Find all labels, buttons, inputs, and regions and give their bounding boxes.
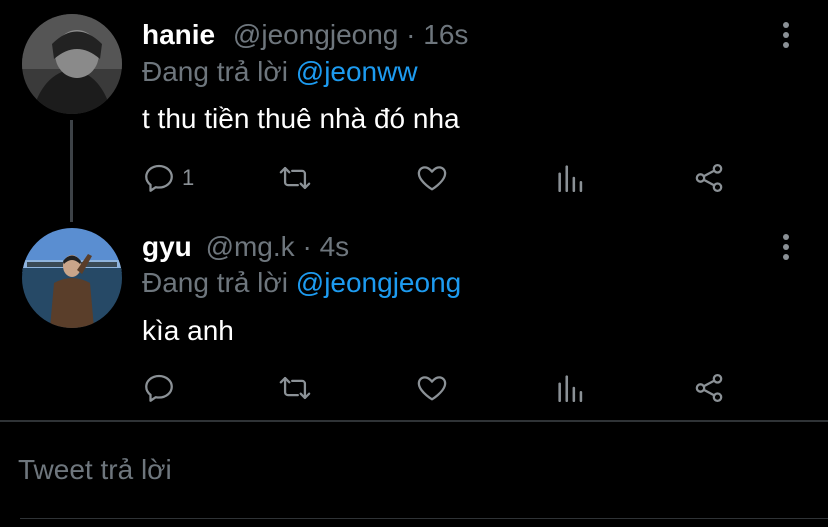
like-button[interactable]	[415, 158, 449, 198]
tweet-header: hanie @jeongjeong · 16s	[142, 18, 468, 52]
avatar[interactable]	[22, 14, 122, 114]
reply-mention[interactable]: @jeonww	[296, 56, 418, 87]
tweet-1[interactable]: hanie @jeongjeong · 16s Đang trả lời @je…	[0, 0, 828, 222]
tweet-2[interactable]: gyu @mg.k · 4s Đang trả lời @jeongjeong …	[0, 222, 828, 420]
reply-count: 1	[182, 165, 195, 190]
share-icon	[695, 373, 723, 403]
username[interactable]: @mg.k	[206, 231, 295, 262]
reply-icon	[145, 374, 173, 402]
timestamp[interactable]: 16s	[423, 19, 468, 50]
display-name[interactable]: hanie	[142, 19, 215, 50]
retweet-button[interactable]	[278, 368, 312, 408]
tweet-text: kìa anh	[142, 315, 234, 346]
reply-icon	[145, 164, 173, 192]
share-button[interactable]	[692, 158, 726, 198]
analytics-icon	[558, 375, 583, 403]
action-bar	[140, 368, 740, 408]
thread-line	[70, 120, 73, 222]
reply-context: Đang trả lời @jeongjeong	[142, 266, 461, 300]
divider	[0, 420, 828, 422]
tweet-text: t thu tiền thuê nhà đó nha	[142, 103, 460, 134]
reply-prefix: Đang trả lời	[142, 267, 288, 298]
reply-composer-input[interactable]: Tweet trả lời	[18, 450, 172, 490]
tweet-header: gyu @mg.k · 4s	[142, 230, 349, 264]
share-button[interactable]	[692, 368, 726, 408]
share-icon	[695, 163, 723, 193]
like-button[interactable]	[415, 368, 449, 408]
reply-prefix: Đang trả lời	[142, 56, 288, 87]
analytics-button[interactable]	[554, 158, 588, 198]
avatar[interactable]	[22, 228, 122, 328]
separator: ·	[406, 19, 416, 50]
like-icon	[417, 376, 447, 401]
reply-mention[interactable]: @jeongjeong	[296, 267, 461, 298]
retweet-icon	[279, 376, 311, 400]
reply-button[interactable]: 1	[142, 158, 194, 198]
divider	[20, 518, 828, 519]
like-icon	[417, 166, 447, 191]
analytics-icon	[558, 165, 583, 193]
analytics-button[interactable]	[554, 368, 588, 408]
display-name[interactable]: gyu	[142, 231, 192, 262]
more-icon[interactable]	[776, 232, 796, 262]
separator: ·	[302, 231, 312, 262]
username[interactable]: @jeongjeong	[233, 19, 398, 50]
timestamp[interactable]: 4s	[320, 231, 350, 262]
more-icon[interactable]	[776, 20, 796, 50]
retweet-icon	[279, 166, 311, 190]
action-bar: 1	[140, 158, 740, 198]
reply-context: Đang trả lời @jeonww	[142, 55, 418, 89]
retweet-button[interactable]	[278, 158, 312, 198]
reply-button[interactable]	[142, 368, 182, 408]
